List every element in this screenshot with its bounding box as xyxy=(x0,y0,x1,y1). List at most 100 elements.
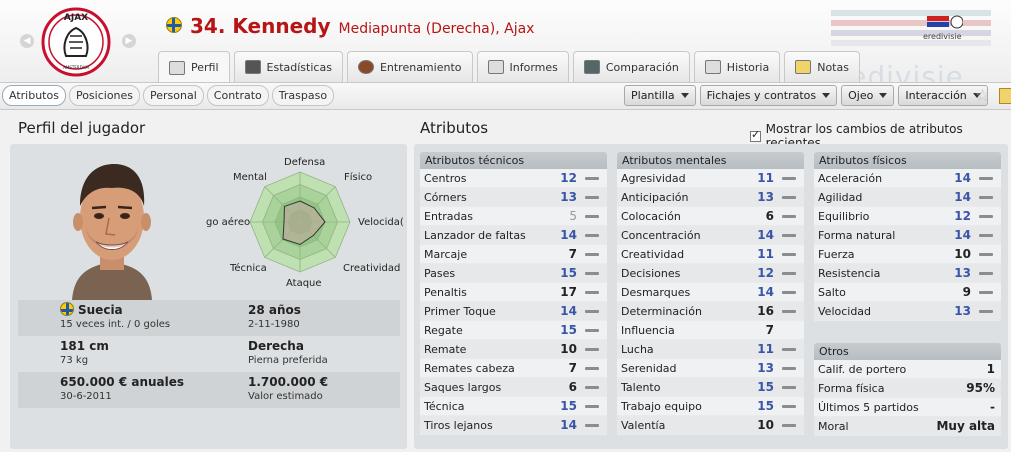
attribute-value: 10 xyxy=(757,418,774,432)
tab-estadisticas[interactable]: Estadísticas xyxy=(233,51,343,82)
attribute-label: Trabajo equipo xyxy=(621,399,702,413)
attribute-value: 14 xyxy=(560,418,577,432)
next-player-arrow[interactable]: ▶ xyxy=(122,34,136,48)
attribute-row[interactable]: Decisiones 12 xyxy=(617,264,804,283)
attribute-row[interactable]: Centros 12 xyxy=(420,169,607,188)
subtab-posiciones[interactable]: Posiciones xyxy=(68,85,141,106)
ojeo-dropdown[interactable]: Ojeo xyxy=(841,85,895,106)
attribute-row[interactable]: Pases 15 xyxy=(420,264,607,283)
subtab-contrato[interactable]: Contrato xyxy=(206,85,269,106)
sub-toolbar: Atributos Posiciones Personal Contrato T… xyxy=(0,82,1011,110)
attribute-row[interactable]: Trabajo equipo 15 xyxy=(617,397,804,416)
attribute-row[interactable]: Talento 15 xyxy=(617,378,804,397)
attribute-row[interactable]: Serenidad 13 xyxy=(617,359,804,378)
attribute-label: Talento xyxy=(621,380,661,394)
tab-notas[interactable]: Notas xyxy=(784,51,860,82)
trend-flat-icon xyxy=(585,385,599,389)
attribute-value: 13 xyxy=(757,361,774,375)
tab-perfil[interactable]: Perfil xyxy=(158,51,230,83)
favorite-star-icon[interactable]: ☆ xyxy=(975,86,990,106)
tab-historia[interactable]: Historia xyxy=(693,51,781,82)
attribute-label: Aceleración xyxy=(818,171,883,185)
fichajes-dropdown[interactable]: Fichajes y contratos xyxy=(699,85,838,106)
trend-flat-icon xyxy=(585,252,599,256)
attribute-label: Equilibrio xyxy=(818,209,870,223)
physical-attributes-header: Atributos físicos xyxy=(814,152,1001,169)
attribute-label: Marcaje xyxy=(424,247,468,261)
note-icon[interactable] xyxy=(999,88,1011,104)
crest-subtext: AMSTERDAM xyxy=(63,65,89,70)
trend-flat-icon xyxy=(782,176,796,180)
previous-player-arrow[interactable]: ◀ xyxy=(20,34,34,48)
attribute-row[interactable]: Velocidad 13 xyxy=(814,302,1001,321)
subtab-traspaso[interactable]: Traspaso xyxy=(271,85,335,106)
attribute-row[interactable]: Técnica 15 xyxy=(420,397,607,416)
attribute-row[interactable]: Últimos 5 partidos - xyxy=(814,398,1001,417)
attribute-row[interactable]: Calif. de portero 1 xyxy=(814,360,1001,379)
attribute-label: Decisiones xyxy=(621,266,681,280)
attribute-row[interactable]: Lucha 11 xyxy=(617,340,804,359)
plantilla-dropdown[interactable]: Plantilla xyxy=(624,85,696,106)
attribute-row[interactable]: Agilidad 14 xyxy=(814,188,1001,207)
attribute-row[interactable]: Fuerza 10 xyxy=(814,245,1001,264)
attribute-row[interactable]: Equilibrio 12 xyxy=(814,207,1001,226)
attribute-row[interactable]: Marcaje 7 xyxy=(420,245,607,264)
attribute-label: Influencia xyxy=(621,323,675,337)
attribute-value: 13 xyxy=(757,190,774,204)
attribute-label: Córners xyxy=(424,190,467,204)
trend-flat-icon xyxy=(585,366,599,370)
attribute-row[interactable]: Entradas 5 xyxy=(420,207,607,226)
attribute-row[interactable]: Concentración 14 xyxy=(617,226,804,245)
checkbox-checked-icon[interactable] xyxy=(750,128,761,142)
attribute-row[interactable]: Tiros lejanos 14 xyxy=(420,416,607,435)
attribute-row[interactable]: Remates cabeza 7 xyxy=(420,359,607,378)
attribute-row[interactable]: Resistencia 13 xyxy=(814,264,1001,283)
attribute-label: Regate xyxy=(424,323,463,337)
radar-label-fisico: Físico xyxy=(344,172,373,183)
nationality[interactable]: Suecia xyxy=(78,303,123,317)
attribute-row[interactable]: Córners 13 xyxy=(420,188,607,207)
attribute-label: Agresividad xyxy=(621,171,686,185)
attribute-row[interactable]: Forma natural 14 xyxy=(814,226,1001,245)
attribute-row[interactable]: Creatividad 11 xyxy=(617,245,804,264)
trend-flat-icon xyxy=(782,233,796,237)
attribute-value: 14 xyxy=(954,228,971,242)
estimated-value-label: Valor estimado xyxy=(248,391,323,402)
comparison-icon xyxy=(583,60,600,74)
attribute-label: Forma natural xyxy=(818,228,896,242)
trend-flat-icon xyxy=(782,404,796,408)
subtab-atributos[interactable]: Atributos xyxy=(2,85,66,106)
attribute-row[interactable]: Penaltis 17 xyxy=(420,283,607,302)
attribute-row[interactable]: Saques largos 6 xyxy=(420,378,607,397)
attribute-row[interactable]: Salto 9 xyxy=(814,283,1001,302)
action-menus: Plantilla Fichajes y contratos Ojeo Inte… xyxy=(624,85,988,106)
attribute-row[interactable]: Aceleración 14 xyxy=(814,169,1001,188)
player-position-club[interactable]: Mediapunta (Derecha), Ajax xyxy=(339,21,535,37)
attribute-row[interactable]: Lanzador de faltas 14 xyxy=(420,226,607,245)
attribute-row[interactable]: Remate 10 xyxy=(420,340,607,359)
tab-entrenamiento[interactable]: Entrenamiento xyxy=(346,51,473,82)
attribute-row[interactable]: Agresividad 11 xyxy=(617,169,804,188)
physical-attributes: Atributos físicos Aceleración 14 Agilidad 1… xyxy=(814,152,1001,321)
trend-flat-icon xyxy=(979,290,993,294)
training-icon xyxy=(357,60,374,74)
attribute-label: Anticipación xyxy=(621,190,689,204)
attribute-row[interactable]: Determinación 16 xyxy=(617,302,804,321)
attribute-row[interactable]: Influencia 7 xyxy=(617,321,804,340)
attribute-row[interactable]: Colocación 6 xyxy=(617,207,804,226)
attribute-row[interactable]: Regate 15 xyxy=(420,321,607,340)
subtab-personal[interactable]: Personal xyxy=(143,85,204,106)
attribute-row[interactable]: Forma física 95% xyxy=(814,379,1001,398)
radar-label-tecnica: Técnica xyxy=(230,263,267,274)
attribute-row[interactable]: Valentía 10 xyxy=(617,416,804,435)
attribute-value: 1 xyxy=(986,362,995,376)
attribute-row[interactable]: Primer Toque 14 xyxy=(420,302,607,321)
age: 28 años xyxy=(248,303,301,317)
trend-flat-icon xyxy=(782,195,796,199)
attribute-row[interactable]: Anticipación 13 xyxy=(617,188,804,207)
trend-flat-icon xyxy=(585,271,599,275)
tab-comparacion[interactable]: Comparación xyxy=(572,51,690,82)
tab-informes[interactable]: Informes xyxy=(476,51,569,82)
attribute-row[interactable]: Desmarques 14 xyxy=(617,283,804,302)
attribute-row[interactable]: Moral Muy alta xyxy=(814,417,1001,436)
